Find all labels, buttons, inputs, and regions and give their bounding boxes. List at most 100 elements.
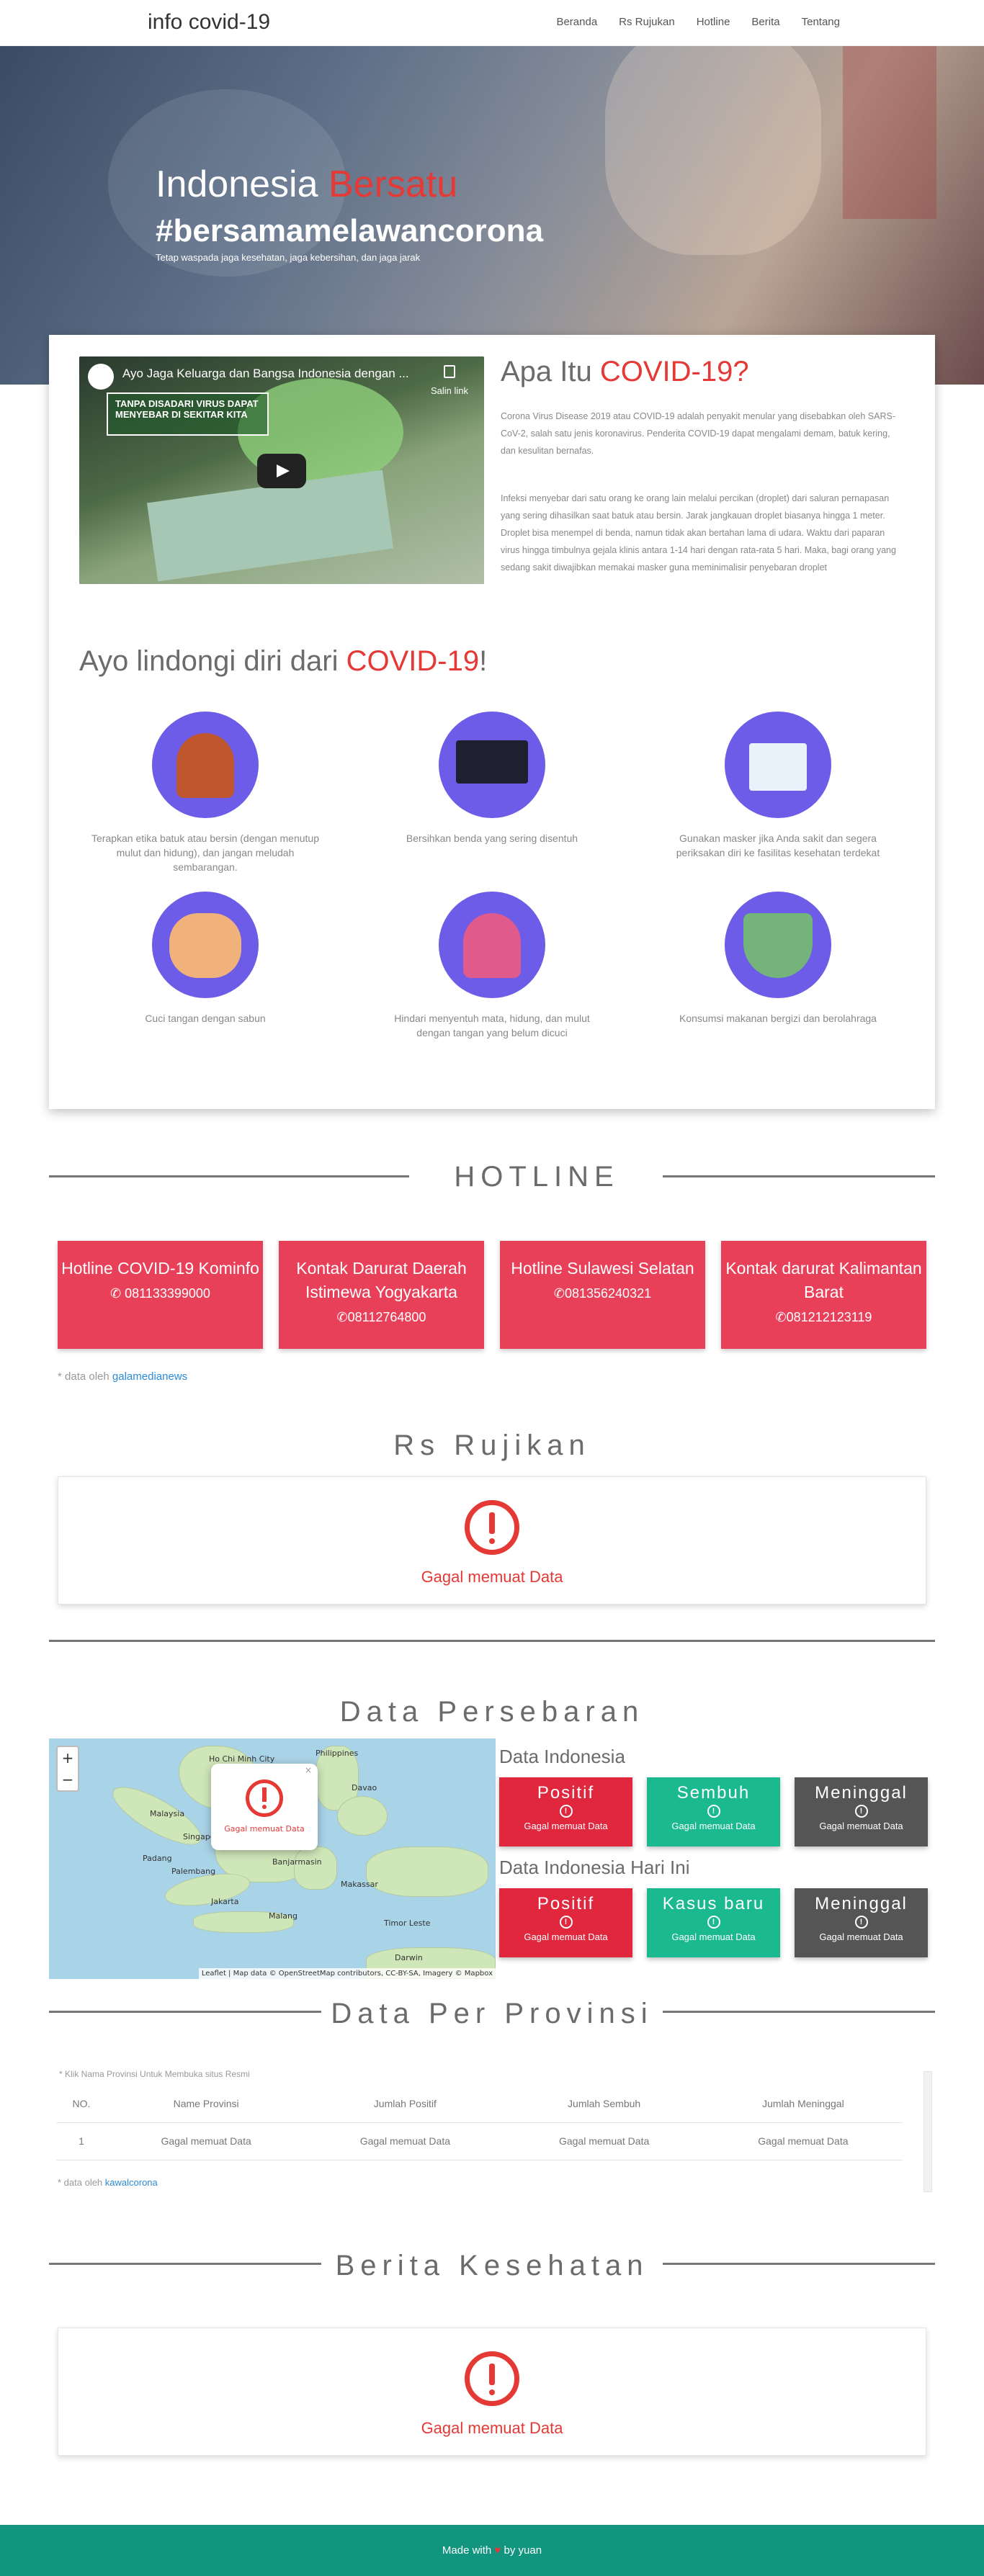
provinsi-source-note: * data oleh kawalcorona: [58, 2177, 158, 2188]
video-title[interactable]: Ayo Jaga Keluarga dan Bangsa Indonesia d…: [122, 367, 409, 381]
map-city-label: Padang: [143, 1854, 172, 1863]
nav-item-rs-rujukan[interactable]: Rs Rujukan: [619, 16, 675, 28]
apa-paragraph-1: Corona Virus Disease 2019 atau COVID-19 …: [501, 411, 896, 456]
zoom-in-button[interactable]: +: [58, 1747, 78, 1769]
map-city-label: Malaysia: [150, 1809, 185, 1818]
hotline-card[interactable]: Kontak Darurat Daerah Istimewa Yogyakart…: [279, 1241, 484, 1349]
hotline-name: Kontak Darurat Daerah Istimewa Yogyakart…: [296, 1259, 467, 1301]
phone-icon: ✆: [553, 1286, 565, 1301]
tip-text: Hindari menyentuh mata, hidung, dan mulu…: [394, 1013, 590, 1038]
error-icon: [465, 2351, 519, 2406]
channel-avatar[interactable]: [88, 364, 114, 390]
table-header-row: NO. Name Provinsi Jumlah Positif Jumlah …: [56, 2085, 903, 2123]
map-popup: × Gagal memuat Data: [211, 1764, 318, 1850]
nav-item-hotline[interactable]: Hotline: [697, 16, 730, 28]
col-positif: Jumlah Positif: [305, 2085, 505, 2123]
map-city-label: Jakarta: [211, 1897, 239, 1906]
provinsi-note: * Klik Nama Provinsi Untuk Membuka situs…: [59, 2069, 250, 2079]
error-message: Gagal memuat Data: [421, 2419, 563, 2437]
play-icon[interactable]: [257, 454, 306, 488]
section-divider: [663, 1175, 935, 1177]
nav-item-berita[interactable]: Berita: [751, 16, 779, 28]
nav-item-beranda[interactable]: Beranda: [556, 16, 597, 28]
col-sembuh: Jumlah Sembuh: [504, 2085, 704, 2123]
zoom-out-button[interactable]: −: [58, 1769, 78, 1790]
footer: Made with ♥ by yuan: [0, 2525, 984, 2576]
hospital-icon: [725, 712, 831, 818]
section-divider: [49, 1640, 935, 1642]
hotline-card[interactable]: Kontak darurat Kalimantan Barat ✆0812121…: [721, 1241, 926, 1349]
rs-rujukan-title: Rs Rujikan: [393, 1430, 591, 1461]
data-per-provinsi-title: Data Per Provinsi: [331, 1998, 653, 2029]
section-divider: [663, 2011, 935, 2013]
hotline-phone[interactable]: ✆081212123119: [721, 1310, 926, 1325]
copy-icon[interactable]: [444, 365, 455, 378]
cough-etiquette-icon: [152, 712, 259, 818]
hotline-title: HOTLINE: [454, 1161, 620, 1193]
lindungi-title: Ayo lindongi diri dari COVID-19!: [79, 645, 488, 677]
info-icon: !: [707, 1805, 720, 1818]
data-hari-ini-label: Data Indonesia Hari Ini: [499, 1857, 690, 1878]
healthy-food-icon: [725, 892, 831, 998]
hotline-source-note: * data oleh galamedianews: [58, 1370, 188, 1383]
col-no: NO.: [56, 2085, 107, 2123]
provinsi-table-container: * Klik Nama Provinsi Untuk Membuka situs…: [56, 2069, 934, 2191]
table-row: 1 Gagal memuat Data Gagal memuat Data Ga…: [56, 2122, 903, 2160]
copy-link-label[interactable]: Salin link: [431, 385, 468, 396]
hotline-name: Hotline Sulawesi Selatan: [511, 1259, 694, 1278]
tip-item: Hindari menyentuh mata, hidung, dan mulu…: [377, 892, 607, 1040]
kawalcorona-link[interactable]: kawalcorona: [105, 2177, 158, 2188]
hero-title: Indonesia Bersatu: [156, 163, 458, 205]
close-icon[interactable]: ×: [305, 1765, 312, 1775]
video-player[interactable]: Ayo Jaga Keluarga dan Bangsa Indonesia d…: [79, 356, 484, 584]
section-divider: [49, 1175, 409, 1177]
error-icon: [465, 1500, 519, 1555]
covid-map[interactable]: Ho Chi Minh City Philippines Davao Malay…: [49, 1738, 496, 1979]
info-icon: !: [707, 1916, 720, 1929]
map-city-label: Palembang: [171, 1867, 216, 1876]
hero-decoration: [605, 46, 821, 255]
col-meninggal: Jumlah Meninggal: [703, 2085, 903, 2123]
provinsi-table: NO. Name Provinsi Jumlah Positif Jumlah …: [56, 2085, 903, 2160]
info-icon: !: [854, 1805, 868, 1818]
map-city-label: Banjarmasin: [272, 1857, 322, 1867]
hotline-name: Kontak darurat Kalimantan Barat: [725, 1259, 922, 1301]
map-attribution[interactable]: Leaflet | Map data © OpenStreetMap contr…: [198, 1968, 496, 1979]
map-popup-message: Gagal memuat Data: [224, 1824, 305, 1834]
hotline-card[interactable]: Hotline Sulawesi Selatan ✆081356240321: [500, 1241, 705, 1349]
hotline-phone[interactable]: ✆ 081133399000: [58, 1286, 263, 1301]
nav-item-tentang[interactable]: Tentang: [802, 16, 840, 28]
map-city-label: Timor Leste: [384, 1918, 431, 1928]
hero-banner: Indonesia Bersatu #bersamamelawancorona …: [0, 46, 984, 385]
berita-error-box: Gagal memuat Data: [58, 2328, 926, 2456]
tip-item: Gunakan masker jika Anda sakit dan seger…: [663, 712, 893, 860]
hotline-card[interactable]: Hotline COVID-19 Kominfo ✆ 081133399000: [58, 1241, 263, 1349]
hotline-name: Hotline COVID-19 Kominfo: [61, 1259, 259, 1278]
tip-text: Gunakan masker jika Anda sakit dan seger…: [676, 833, 880, 858]
brand-logo[interactable]: info covid-19: [148, 10, 270, 35]
tip-text: Cuci tangan dengan sabun: [145, 1013, 266, 1024]
stat-today-kasus-baru: Kasus baru! Gagal memuat Data: [647, 1888, 780, 1957]
galamedianews-link[interactable]: galamedianews: [112, 1370, 187, 1383]
map-zoom-control[interactable]: + −: [56, 1746, 79, 1792]
stat-today-positif: Positif! Gagal memuat Data: [499, 1888, 632, 1957]
hotline-phone[interactable]: ✆08112764800: [279, 1310, 484, 1325]
table-scrollbar[interactable]: [923, 2071, 932, 2192]
tip-item: Terapkan etika batuk atau bersin (dengan…: [90, 712, 321, 874]
stat-today-meninggal: Meninggal! Gagal memuat Data: [795, 1888, 928, 1957]
hero-hashtag: #bersamamelawancorona: [156, 213, 544, 248]
hero-decoration: [843, 46, 936, 219]
avoid-touching-face-icon: [439, 892, 545, 998]
hotline-phone[interactable]: ✆081356240321: [500, 1286, 705, 1301]
stat-sembuh: Sembuh! Gagal memuat Data: [647, 1777, 780, 1846]
tip-text: Konsumsi makanan bergizi dan berolahraga: [679, 1013, 877, 1024]
error-icon: [246, 1780, 283, 1817]
section-divider: [49, 2263, 321, 2265]
info-icon: !: [854, 1916, 868, 1929]
data-indonesia-label: Data Indonesia: [499, 1746, 625, 1767]
phone-icon: ✆: [336, 1310, 348, 1324]
tip-item: Bersihkan benda yang sering disentuh: [377, 712, 607, 845]
video-banner-text: TANPA DISADARI VIRUS DAPAT MENYEBAR DI S…: [107, 392, 269, 436]
col-provinsi: Name Provinsi: [107, 2085, 306, 2123]
map-city-label: Ho Chi Minh City: [209, 1754, 275, 1764]
